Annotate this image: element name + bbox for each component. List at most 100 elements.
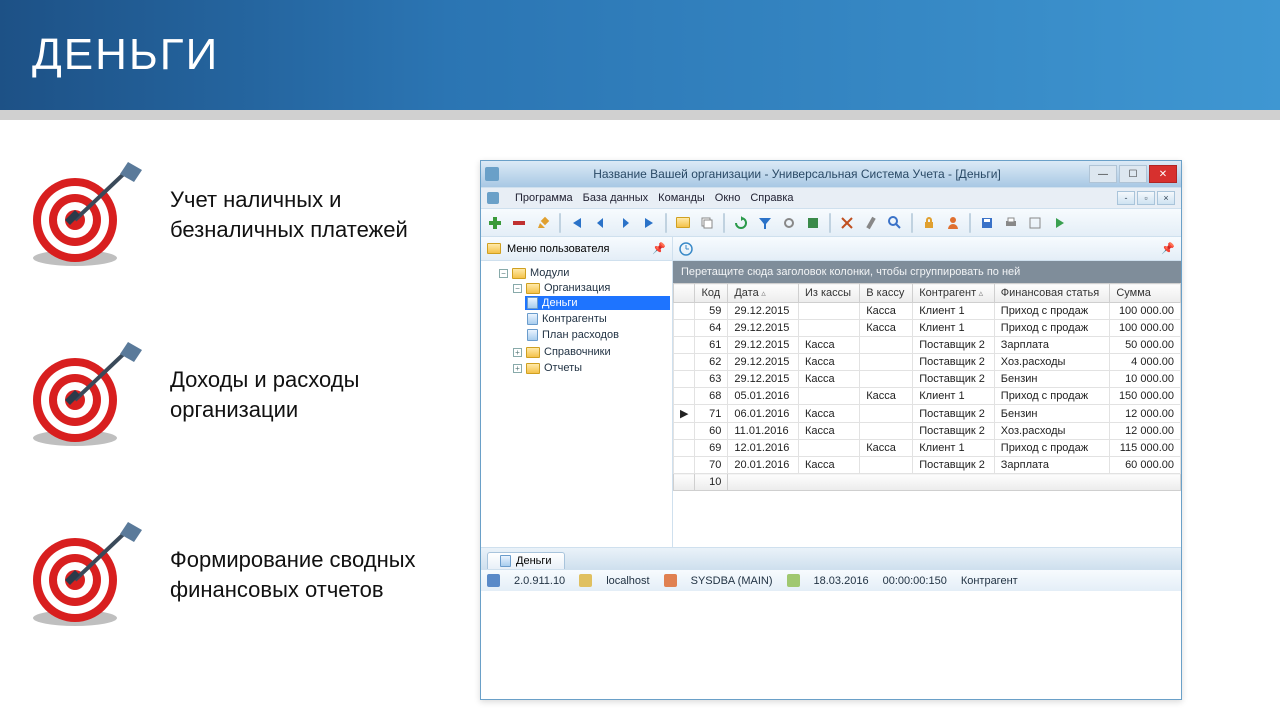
sidebar-header: Меню пользователя 📌 xyxy=(481,237,672,261)
table-row[interactable]: 6129.12.2015КассаПоставщик 2Зарплата50 0… xyxy=(674,337,1181,354)
document-tabstrip: Деньги xyxy=(481,547,1181,569)
bullet-2: Доходы и расходы организации xyxy=(20,340,480,450)
col-agent[interactable]: Контрагент xyxy=(913,284,995,303)
target-icon xyxy=(20,520,150,630)
tree-expense-plan[interactable]: План расходов xyxy=(525,328,670,342)
tool-open[interactable] xyxy=(673,213,693,233)
status-bar: 2.0.911.10 localhost SYSDBA (MAIN) 18.03… xyxy=(481,569,1181,591)
col-date[interactable]: Дата xyxy=(728,284,799,303)
slide-title: ДЕНЬГИ xyxy=(32,30,219,80)
grid-panel: 📌 Перетащите сюда заголовок колонки, что… xyxy=(673,237,1181,547)
tool-copy[interactable] xyxy=(697,213,717,233)
user-icon xyxy=(664,574,677,587)
tool-find[interactable] xyxy=(885,213,905,233)
bullet-3: Формирование сводных финансовых отчетов xyxy=(20,520,480,630)
tool-edit[interactable] xyxy=(533,213,553,233)
tool-print[interactable] xyxy=(1001,213,1021,233)
close-button[interactable]: ✕ xyxy=(1149,165,1177,183)
menu-bar: Программа База данных Команды Окно Справ… xyxy=(481,187,1181,209)
clock-icon[interactable] xyxy=(679,242,693,256)
tool-tools[interactable] xyxy=(861,213,881,233)
tool-play[interactable] xyxy=(1049,213,1069,233)
slide-header: ДЕНЬГИ xyxy=(0,0,1280,110)
tool-save[interactable] xyxy=(977,213,997,233)
tool-settings[interactable] xyxy=(779,213,799,233)
doc-icon xyxy=(500,555,511,567)
mdi-minimize[interactable]: - xyxy=(1117,191,1135,205)
grid-pin-icon[interactable]: 📌 xyxy=(1161,242,1175,255)
tool-cut[interactable] xyxy=(837,213,857,233)
app-icon xyxy=(485,167,499,181)
grid-header-row[interactable]: Код Дата Из кассы В кассу Контрагент Фин… xyxy=(674,284,1181,303)
status-time: 00:00:00:150 xyxy=(883,575,947,587)
tree-reports[interactable]: +Отчеты xyxy=(511,361,670,375)
maximize-button[interactable]: ☐ xyxy=(1119,165,1147,183)
bullet-text-2: Доходы и расходы организации xyxy=(170,365,480,424)
version-icon xyxy=(487,574,500,587)
table-row[interactable]: 6429.12.2015КассаКлиент 1Приход с продаж… xyxy=(674,320,1181,337)
tool-user[interactable] xyxy=(943,213,963,233)
tree-money[interactable]: Деньги xyxy=(525,296,670,310)
sidebar-title: Меню пользователя xyxy=(507,243,609,255)
menu-program[interactable]: Программа xyxy=(515,192,573,204)
table-row[interactable]: ▶7106.01.2016КассаПоставщик 2Бензин12 00… xyxy=(674,405,1181,423)
row-count: 10 xyxy=(695,474,728,491)
table-row[interactable]: 6011.01.2016КассаПоставщик 2Хоз.расходы1… xyxy=(674,423,1181,440)
status-host: localhost xyxy=(606,575,649,587)
app-window: Название Вашей организации - Универсальн… xyxy=(480,160,1182,700)
table-row[interactable]: 6329.12.2015КассаПоставщик 2Бензин10 000… xyxy=(674,371,1181,388)
data-grid[interactable]: Код Дата Из кассы В кассу Контрагент Фин… xyxy=(673,283,1181,491)
table-row[interactable]: 6912.01.2016КассаКлиент 1Приход с продаж… xyxy=(674,440,1181,457)
tool-next[interactable] xyxy=(615,213,635,233)
tool-preview[interactable] xyxy=(1025,213,1045,233)
tool-add[interactable] xyxy=(485,213,505,233)
bullet-1: Учет наличных и безналичных платежей xyxy=(20,160,480,270)
group-hint[interactable]: Перетащите сюда заголовок колонки, чтобы… xyxy=(673,261,1181,283)
tool-refresh[interactable] xyxy=(731,213,751,233)
table-row[interactable]: 6805.01.2016КассаКлиент 1Приход с продаж… xyxy=(674,388,1181,405)
col-code[interactable]: Код xyxy=(695,284,728,303)
col-from[interactable]: Из кассы xyxy=(798,284,859,303)
bullets-column: Учет наличных и безналичных платежей Дох… xyxy=(20,160,480,700)
tool-filter[interactable] xyxy=(755,213,775,233)
nav-tree: −Модули −Организация Деньги Контрагенты … xyxy=(481,261,672,547)
status-date: 18.03.2016 xyxy=(814,575,869,587)
calendar-icon xyxy=(787,574,800,587)
pin-icon[interactable]: 📌 xyxy=(652,242,666,255)
mdi-window-controls: - ▫ × xyxy=(1117,191,1175,205)
menu-commands[interactable]: Команды xyxy=(658,192,705,204)
mdi-restore[interactable]: ▫ xyxy=(1137,191,1155,205)
tree-organization[interactable]: −Организация xyxy=(511,281,670,295)
table-row[interactable]: 7020.01.2016КассаПоставщик 2Зарплата60 0… xyxy=(674,457,1181,474)
tool-lock[interactable] xyxy=(919,213,939,233)
target-icon xyxy=(20,160,150,270)
col-sum[interactable]: Сумма xyxy=(1110,284,1181,303)
tree-references[interactable]: +Справочники xyxy=(511,345,670,359)
menu-help[interactable]: Справка xyxy=(750,192,793,204)
tool-prev[interactable] xyxy=(591,213,611,233)
col-to[interactable]: В кассу xyxy=(860,284,913,303)
window-titlebar[interactable]: Название Вашей организации - Универсальн… xyxy=(481,161,1181,187)
divider xyxy=(0,110,1280,120)
menu-window[interactable]: Окно xyxy=(715,192,741,204)
minimize-button[interactable]: — xyxy=(1089,165,1117,183)
tool-export[interactable] xyxy=(803,213,823,233)
tab-money[interactable]: Деньги xyxy=(487,552,565,569)
tool-delete[interactable] xyxy=(509,213,529,233)
tool-last[interactable] xyxy=(639,213,659,233)
window-title: Название Вашей организации - Универсальн… xyxy=(505,167,1089,181)
host-icon xyxy=(579,574,592,587)
col-article[interactable]: Финансовая статья xyxy=(994,284,1110,303)
menu-database[interactable]: База данных xyxy=(583,192,649,204)
tool-first[interactable] xyxy=(567,213,587,233)
folder-icon xyxy=(487,243,501,254)
main-toolbar xyxy=(481,209,1181,237)
grid-footer: 10 xyxy=(674,474,1181,491)
mdi-close[interactable]: × xyxy=(1157,191,1175,205)
table-row[interactable]: 5929.12.2015КассаКлиент 1Приход с продаж… xyxy=(674,303,1181,320)
tree-contractors[interactable]: Контрагенты xyxy=(525,312,670,326)
bullet-text-1: Учет наличных и безналичных платежей xyxy=(170,185,480,244)
doc-icon xyxy=(487,192,499,204)
tree-modules[interactable]: −Модули xyxy=(497,266,670,280)
table-row[interactable]: 6229.12.2015КассаПоставщик 2Хоз.расходы4… xyxy=(674,354,1181,371)
